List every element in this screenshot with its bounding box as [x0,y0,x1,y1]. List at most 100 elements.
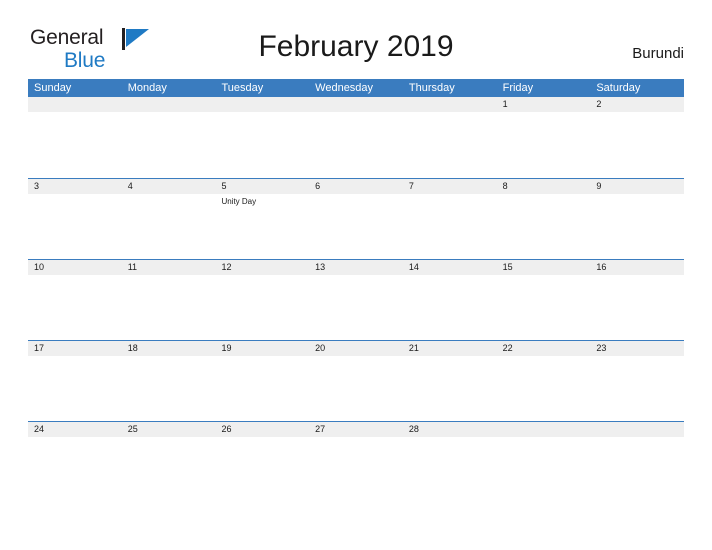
calendar-day-cell[interactable]: 12 [215,260,310,340]
calendar-day-cell[interactable]: 22 [496,341,591,421]
calendar-day-cell[interactable]: 16 [590,260,685,340]
calendar-day-cell[interactable]: 7 [402,179,497,259]
day-number-band: 9 [590,179,685,194]
calendar-day-cell[interactable]: 17 [28,341,122,421]
day-number: 17 [34,343,45,353]
calendar-day-cell[interactable]: 8 [496,179,591,259]
day-events [122,356,216,358]
weekday-header-wednesday: Wednesday [315,82,374,94]
calendar-day-cell[interactable]: 13 [309,260,403,340]
day-number: 11 [127,262,138,272]
calendar-day-cell[interactable] [402,97,497,178]
calendar-day-cell[interactable]: 24 [28,422,122,502]
calendar-week-row: 24 25 26 27 28 [28,421,685,502]
day-events [590,275,684,277]
day-events: Unity Day [215,194,309,207]
day-events [590,437,684,439]
day-number-band [215,97,310,112]
day-events [122,194,216,196]
day-number-band: 14 [402,260,497,275]
day-number-band: 15 [496,260,591,275]
calendar-day-cell[interactable]: 6 [309,179,403,259]
day-number-band: 10 [28,260,122,275]
day-events [215,437,309,439]
calendar-week-row: 3 4 5 Unity Day 6 7 8 9 [28,178,685,259]
day-number: 24 [34,424,45,434]
calendar-day-cell[interactable]: 3 [28,179,122,259]
day-number: 14 [408,262,419,272]
day-events [497,194,591,196]
calendar-day-cell[interactable]: 20 [309,341,403,421]
day-number-band [28,97,122,112]
calendar-day-cell[interactable]: 25 [121,422,216,502]
calendar-day-cell[interactable]: 23 [590,341,685,421]
day-number-band: 26 [215,422,310,437]
calendar-day-cell[interactable]: 5 Unity Day [215,179,310,259]
day-number-band: 1 [496,97,591,112]
page-title: February 2019 [258,30,454,63]
day-events [28,194,122,196]
day-number: 15 [502,262,513,272]
day-events [590,194,684,196]
day-events [497,112,591,114]
day-events [215,356,309,358]
weekday-header-sunday: Sunday [34,82,72,94]
calendar-day-cell[interactable]: 10 [28,260,122,340]
day-number-band [496,422,591,437]
calendar-day-cell[interactable]: 27 [309,422,403,502]
weekday-header-friday: Friday [502,82,534,94]
day-events [309,437,403,439]
calendar-day-cell[interactable]: 21 [402,341,497,421]
calendar-day-cell[interactable]: 26 [215,422,310,502]
calendar-day-cell[interactable]: 19 [215,341,310,421]
day-number-band: 24 [28,422,122,437]
day-number-band: 2 [590,97,685,112]
day-events [215,112,309,114]
calendar-day-cell[interactable]: 15 [496,260,591,340]
day-events [28,437,122,439]
day-events [28,356,122,358]
day-number: 25 [127,424,138,434]
calendar-week-row: 10 11 12 13 14 15 16 [28,259,685,340]
day-number-band: 18 [121,341,216,356]
day-events [122,112,216,114]
day-events [403,112,497,114]
day-number-band: 20 [309,341,403,356]
day-number-band: 3 [28,179,122,194]
calendar-day-cell[interactable]: 28 [402,422,497,502]
calendar-day-cell[interactable]: 4 [121,179,216,259]
day-number: 6 [315,181,321,191]
weekday-header-saturday: Saturday [596,82,641,94]
day-number-band [121,97,216,112]
day-events [309,356,403,358]
calendar-day-cell[interactable]: 2 [590,97,685,178]
day-number-band: 13 [309,260,403,275]
day-number: 7 [408,181,414,191]
day-number: 8 [502,181,508,191]
calendar-day-cell[interactable]: 11 [121,260,216,340]
day-number: 12 [221,262,232,272]
day-number-band: 5 [215,179,310,194]
calendar-day-cell[interactable]: 1 [496,97,591,178]
day-number-band: 25 [121,422,216,437]
weekday-header-monday: Monday [127,82,167,94]
day-events [215,275,309,277]
day-events [497,275,591,277]
calendar-week-row: 17 18 19 20 21 22 23 [28,340,685,421]
calendar-day-cell[interactable] [121,97,216,178]
day-number-band: 16 [590,260,685,275]
day-number-band: 11 [121,260,216,275]
calendar-day-cell[interactable] [28,97,122,178]
day-events [403,194,497,196]
day-number: 3 [34,181,40,191]
calendar-day-cell[interactable]: 14 [402,260,497,340]
day-number-band: 22 [496,341,591,356]
day-events [497,356,591,358]
calendar-day-cell[interactable]: 18 [121,341,216,421]
holiday-event-label: Unity Day [221,197,257,206]
calendar-day-cell[interactable] [590,422,685,502]
calendar-day-cell[interactable] [309,97,403,178]
calendar-day-cell[interactable] [215,97,310,178]
calendar-day-cell[interactable]: 9 [590,179,685,259]
calendar-day-cell[interactable] [496,422,591,502]
